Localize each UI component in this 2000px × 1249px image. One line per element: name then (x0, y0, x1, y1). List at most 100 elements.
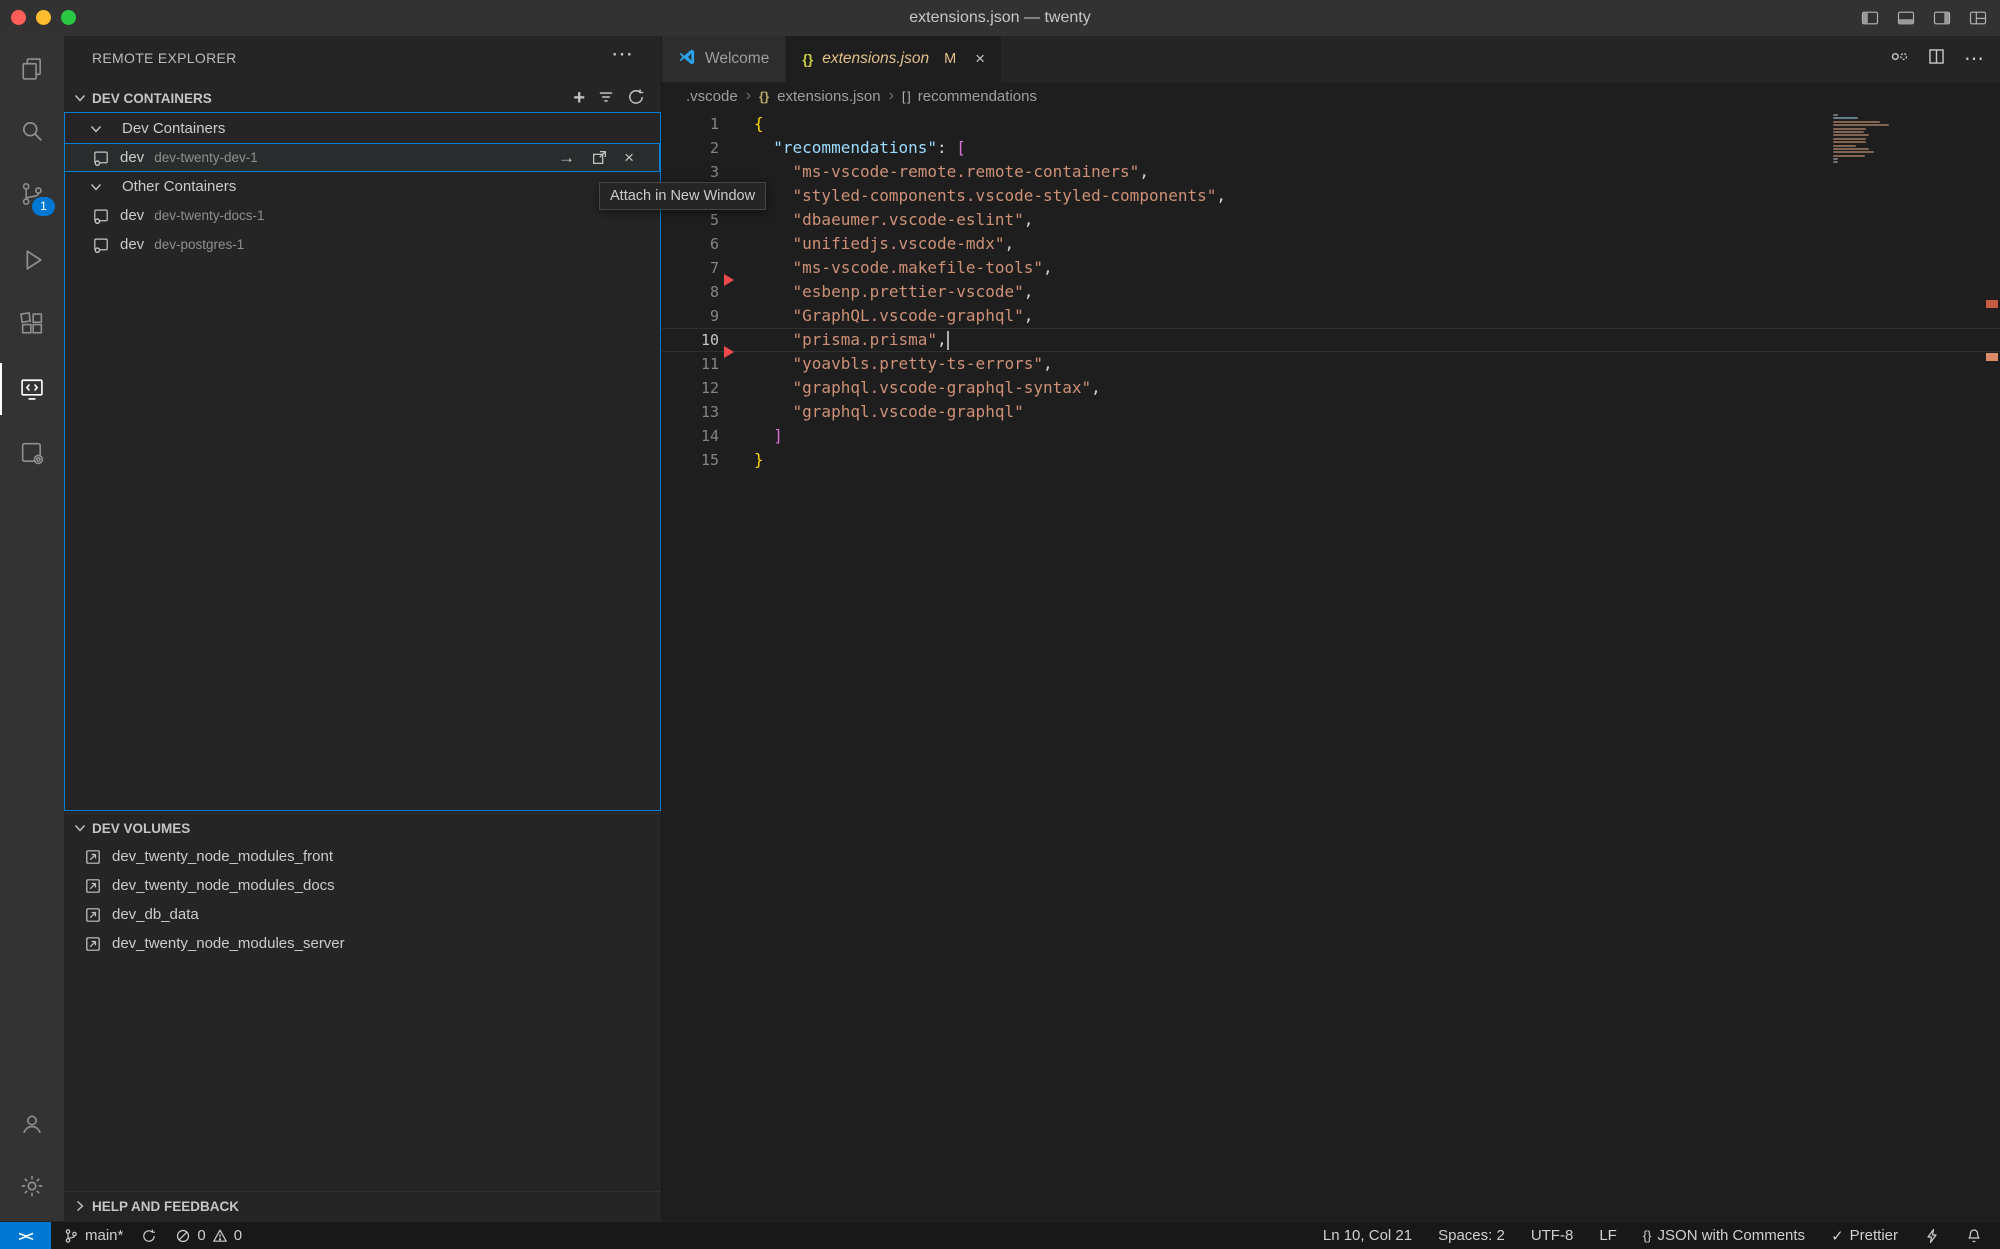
chevron-down-icon (88, 179, 104, 195)
more-actions-icon[interactable]: ⋯ (611, 41, 633, 67)
container-name: dev (120, 236, 144, 253)
code-line[interactable]: 7 "ms-vscode.makefile-tools", (662, 256, 2000, 280)
tree-group-dev-containers[interactable]: Dev Containers (64, 114, 660, 143)
encoding-item[interactable]: UTF-8 (1531, 1227, 1574, 1244)
code-line[interactable]: 14 ] (662, 424, 2000, 448)
remote-indicator[interactable]: >< (0, 1222, 51, 1249)
minimap-line (1833, 155, 1865, 157)
line-number[interactable]: 11 (662, 352, 719, 376)
tree-item-dev-twenty-dev[interactable]: dev dev-twenty-dev-1 → × (64, 143, 660, 172)
minimap-line (1833, 151, 1874, 153)
breadcrumb-folder[interactable]: .vscode (686, 88, 738, 105)
breadcrumb-file[interactable]: extensions.json (777, 88, 880, 105)
code-line[interactable]: 3 "ms-vscode-remote.remote-containers", (662, 160, 2000, 184)
code-line[interactable]: 13 "graphql.vscode-graphql" (662, 400, 2000, 424)
minimap-line (1833, 148, 1869, 150)
split-editor-icon[interactable] (1927, 47, 1946, 71)
dev-volumes-section-header[interactable]: DEV VOLUMES (64, 813, 661, 842)
tooltip: Attach in New Window (599, 182, 766, 210)
indentation-item[interactable]: Spaces: 2 (1438, 1227, 1505, 1244)
code-text: "prisma.prisma", (754, 328, 949, 352)
git-branch-item[interactable]: main* (63, 1227, 123, 1244)
attach-new-window-icon[interactable] (591, 149, 608, 166)
tree-item-dev-postgres[interactable]: dev dev-postgres-1 (64, 230, 660, 259)
line-number[interactable]: 3 (662, 160, 719, 184)
minimap-line (1833, 128, 1866, 130)
breadcrumb-symbol[interactable]: recommendations (918, 88, 1037, 105)
code-line[interactable]: 8 "esbenp.prettier-vscode", (662, 280, 2000, 304)
volume-item[interactable]: dev_twenty_node_modules_docs (64, 871, 660, 900)
attach-container-icon[interactable]: → (558, 149, 575, 166)
extensions-icon[interactable] (0, 298, 64, 350)
add-container-icon[interactable]: + (573, 88, 585, 108)
tab-bar: Welcome {} extensions.json M × ⋯ (662, 36, 2000, 82)
line-number[interactable]: 9 (662, 304, 719, 328)
code-line[interactable]: 12 "graphql.vscode-graphql-syntax", (662, 376, 2000, 400)
explorer-icon[interactable] (0, 43, 64, 95)
search-icon[interactable] (0, 105, 64, 157)
accounts-icon[interactable] (0, 1098, 64, 1150)
code-line[interactable]: 4 "styled-components.vscode-styled-compo… (662, 184, 2000, 208)
volume-item[interactable]: dev_twenty_node_modules_front (64, 842, 660, 871)
problems-item[interactable]: 0 0 (175, 1227, 242, 1244)
toggle-panel-icon[interactable] (1896, 8, 1916, 28)
tab-welcome[interactable]: Welcome (662, 36, 786, 82)
code-line[interactable]: 2 "recommendations": [ (662, 136, 2000, 160)
minimap[interactable] (1833, 114, 1891, 165)
notifications-bell-icon[interactable] (1966, 1228, 1982, 1244)
line-number[interactable]: 12 (662, 376, 719, 400)
customize-layout-icon[interactable] (1968, 8, 1988, 28)
code-text: ] (754, 424, 783, 448)
cursor-position-item[interactable]: Ln 10, Col 21 (1323, 1227, 1412, 1244)
line-number[interactable]: 6 (662, 232, 719, 256)
tree-item-dev-twenty-docs[interactable]: dev dev-twenty-docs-1 (64, 201, 660, 230)
line-number[interactable]: 13 (662, 400, 719, 424)
line-number[interactable]: 5 (662, 208, 719, 232)
code-line[interactable]: 10 "prisma.prisma", (662, 328, 2000, 352)
filter-icon[interactable] (597, 88, 615, 109)
line-number[interactable]: 7 (662, 256, 719, 280)
more-actions-icon[interactable]: ⋯ (1964, 49, 1984, 69)
volume-icon (84, 906, 102, 924)
branch-icon (63, 1228, 79, 1244)
tree-group-other-containers[interactable]: Other Containers (64, 172, 660, 201)
run-and-debug-icon[interactable] (0, 234, 64, 286)
stop-container-icon[interactable]: × (624, 149, 634, 166)
dev-containers-section-header[interactable]: DEV CONTAINERS + (64, 84, 661, 112)
source-control-icon[interactable]: 1 (0, 168, 64, 220)
line-number[interactable]: 1 (662, 112, 719, 136)
help-and-feedback-section-header[interactable]: HELP AND FEEDBACK (64, 1191, 661, 1220)
volume-item[interactable]: dev_db_data (64, 900, 660, 929)
language-mode-item[interactable]: {} JSON with Comments (1643, 1227, 1805, 1244)
window-title: extensions.json — twenty (0, 0, 2000, 36)
error-count: 0 (197, 1227, 205, 1244)
code-area[interactable]: 1{2 "recommendations": [3 "ms-vscode-rem… (662, 110, 2000, 1221)
open-changes-icon[interactable] (1890, 47, 1909, 71)
toggle-primary-sidebar-icon[interactable] (1860, 8, 1880, 28)
settings-gear-icon[interactable] (0, 1160, 64, 1212)
eol-item[interactable]: LF (1599, 1227, 1617, 1244)
code-line[interactable]: 9 "GraphQL.vscode-graphql", (662, 304, 2000, 328)
text-cursor (947, 331, 949, 350)
feedback-icon[interactable] (1924, 1228, 1940, 1244)
code-line[interactable]: 5 "dbaeumer.vscode-eslint", (662, 208, 2000, 232)
code-line[interactable]: 6 "unifiedjs.vscode-mdx", (662, 232, 2000, 256)
sync-changes-item[interactable] (141, 1228, 157, 1244)
line-number[interactable]: 8 (662, 280, 719, 304)
line-number[interactable]: 10 (662, 328, 719, 352)
tab-extensions-json[interactable]: {} extensions.json M × (786, 36, 1002, 82)
code-text: "dbaeumer.vscode-eslint", (754, 208, 1033, 232)
refresh-icon[interactable] (627, 88, 645, 109)
remote-explorer-icon[interactable] (0, 363, 64, 415)
code-line[interactable]: 15} (662, 448, 2000, 472)
volume-item[interactable]: dev_twenty_node_modules_server (64, 929, 660, 958)
close-tab-icon[interactable]: × (975, 49, 985, 69)
code-line[interactable]: 1{ (662, 112, 2000, 136)
line-number[interactable]: 14 (662, 424, 719, 448)
toggle-secondary-sidebar-icon[interactable] (1932, 8, 1952, 28)
line-number[interactable]: 15 (662, 448, 719, 472)
containers-icon[interactable] (0, 427, 64, 479)
formatter-item[interactable]: ✓ Prettier (1831, 1227, 1898, 1245)
line-number[interactable]: 2 (662, 136, 719, 160)
code-line[interactable]: 11 "yoavbls.pretty-ts-errors", (662, 352, 2000, 376)
